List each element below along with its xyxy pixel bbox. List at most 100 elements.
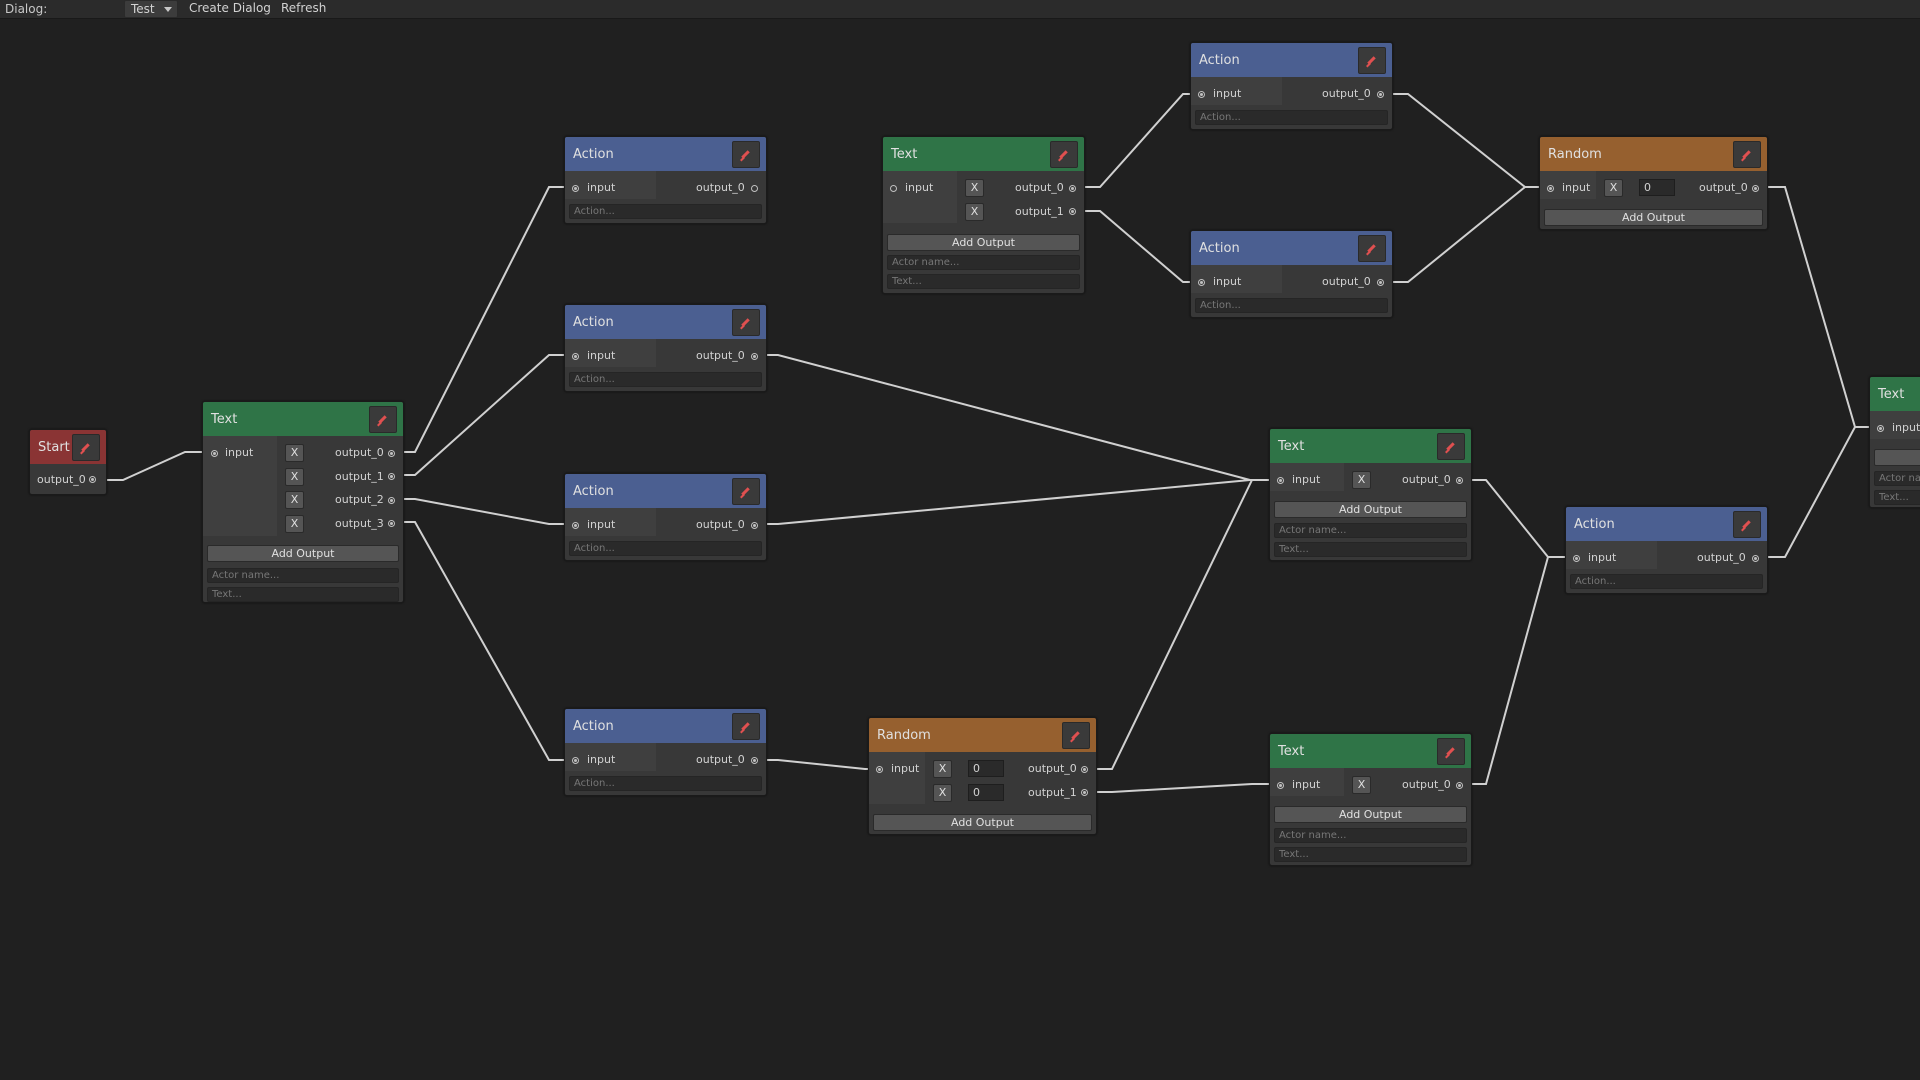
output-port[interactable] bbox=[1069, 208, 1076, 215]
actor-name-field[interactable]: Actor name... bbox=[207, 568, 399, 583]
add-output-button[interactable]: Add Output bbox=[887, 234, 1080, 251]
output-port[interactable] bbox=[751, 522, 758, 529]
node-header[interactable]: Text bbox=[883, 137, 1084, 171]
remove-output-button[interactable]: X bbox=[933, 784, 952, 802]
node-header[interactable]: Action bbox=[1191, 43, 1392, 77]
random-node[interactable]: Random input X 0 output_0 Add Output bbox=[1539, 136, 1768, 230]
pin-icon[interactable] bbox=[732, 309, 760, 336]
start-node[interactable]: Start output_0 bbox=[29, 429, 107, 495]
node-header[interactable]: Start bbox=[30, 430, 106, 464]
output-port[interactable] bbox=[751, 757, 758, 764]
input-port[interactable] bbox=[1547, 185, 1554, 192]
action-node[interactable]: Action input output_0 Action... bbox=[564, 473, 767, 561]
pin-icon[interactable] bbox=[1437, 433, 1465, 460]
add-output-button[interactable]: Add Output bbox=[207, 545, 399, 562]
remove-output-button[interactable]: X bbox=[285, 444, 304, 462]
pin-icon[interactable] bbox=[1358, 235, 1386, 262]
remove-output-button[interactable]: X bbox=[965, 203, 984, 221]
output-port[interactable] bbox=[89, 476, 96, 483]
remove-output-button[interactable]: X bbox=[285, 515, 304, 533]
text-node[interactable]: Text input Actor na Text... bbox=[1869, 376, 1920, 508]
output-port[interactable] bbox=[388, 520, 395, 527]
action-node[interactable]: Action input output_0 Action... bbox=[1190, 230, 1393, 318]
input-port[interactable] bbox=[1277, 782, 1284, 789]
action-field[interactable]: Action... bbox=[1195, 298, 1388, 313]
add-output-button[interactable]: Add Output bbox=[1274, 501, 1467, 518]
input-port[interactable] bbox=[1877, 425, 1884, 432]
node-header[interactable]: Text bbox=[1270, 429, 1471, 463]
input-port[interactable] bbox=[1277, 477, 1284, 484]
text-node[interactable]: Text input X output_0 Add Output Actor n… bbox=[1269, 733, 1472, 866]
add-output-button[interactable]: Add Output bbox=[1274, 806, 1467, 823]
pin-icon[interactable] bbox=[1437, 738, 1465, 765]
output-port[interactable] bbox=[1752, 555, 1759, 562]
weight-input[interactable]: 0 bbox=[968, 760, 1004, 777]
output-port[interactable] bbox=[388, 473, 395, 480]
action-node[interactable]: Action input output_0 Action... bbox=[564, 304, 767, 392]
remove-output-button[interactable]: X bbox=[285, 468, 304, 486]
input-port[interactable] bbox=[572, 185, 579, 192]
weight-input[interactable]: 0 bbox=[1639, 179, 1675, 196]
actor-name-field[interactable]: Actor name... bbox=[1274, 828, 1467, 843]
node-header[interactable]: Random bbox=[1540, 137, 1767, 171]
input-port[interactable] bbox=[211, 450, 218, 457]
pin-icon[interactable] bbox=[1733, 141, 1761, 168]
pin-icon[interactable] bbox=[732, 141, 760, 168]
remove-output-button[interactable]: X bbox=[285, 491, 304, 509]
action-field[interactable]: Action... bbox=[569, 541, 762, 556]
pin-icon[interactable] bbox=[72, 434, 100, 461]
node-header[interactable]: Text bbox=[1870, 377, 1920, 411]
output-port[interactable] bbox=[1377, 91, 1384, 98]
add-output-button[interactable] bbox=[1874, 449, 1920, 466]
remove-output-button[interactable]: X bbox=[1352, 471, 1371, 489]
action-field[interactable]: Action... bbox=[569, 372, 762, 387]
text-field[interactable]: Text... bbox=[1274, 542, 1467, 557]
text-field[interactable]: Text... bbox=[1874, 490, 1920, 505]
text-node[interactable]: Text input X output_0 X output_1 Add Out… bbox=[882, 136, 1085, 294]
pin-icon[interactable] bbox=[1733, 511, 1761, 538]
output-port[interactable] bbox=[388, 497, 395, 504]
node-header[interactable]: Action bbox=[565, 474, 766, 508]
node-header[interactable]: Text bbox=[203, 402, 403, 436]
remove-output-button[interactable]: X bbox=[933, 760, 952, 778]
pin-icon[interactable] bbox=[1050, 141, 1078, 168]
remove-output-button[interactable]: X bbox=[965, 179, 984, 197]
input-port[interactable] bbox=[876, 766, 883, 773]
input-port[interactable] bbox=[1198, 279, 1205, 286]
output-port[interactable] bbox=[1081, 789, 1088, 796]
weight-input[interactable]: 0 bbox=[968, 784, 1004, 801]
node-header[interactable]: Action bbox=[1191, 231, 1392, 265]
text-node[interactable]: Text input X output_0 X output_1 X outpu… bbox=[202, 401, 404, 603]
output-port[interactable] bbox=[1081, 766, 1088, 773]
output-port[interactable] bbox=[1456, 782, 1463, 789]
pin-icon[interactable] bbox=[732, 478, 760, 505]
output-port[interactable] bbox=[1377, 279, 1384, 286]
input-port[interactable] bbox=[890, 185, 897, 192]
output-port[interactable] bbox=[388, 450, 395, 457]
action-node[interactable]: Action input output_0 Action... bbox=[1565, 506, 1768, 594]
action-node[interactable]: Action input output_0 Action... bbox=[564, 708, 767, 796]
node-header[interactable]: Action bbox=[565, 305, 766, 339]
text-field[interactable]: Text... bbox=[1274, 847, 1467, 862]
remove-output-button[interactable]: X bbox=[1604, 179, 1623, 197]
text-node[interactable]: Text input X output_0 Add Output Actor n… bbox=[1269, 428, 1472, 561]
output-port[interactable] bbox=[1069, 185, 1076, 192]
node-header[interactable]: Action bbox=[1566, 507, 1767, 541]
input-port[interactable] bbox=[1198, 91, 1205, 98]
action-field[interactable]: Action... bbox=[569, 776, 762, 791]
actor-name-field[interactable]: Actor na bbox=[1874, 471, 1920, 486]
node-header[interactable]: Action bbox=[565, 709, 766, 743]
action-field[interactable]: Action... bbox=[1570, 574, 1763, 589]
action-node[interactable]: Action input output_0 Action... bbox=[1190, 42, 1393, 130]
text-field[interactable]: Text... bbox=[207, 587, 399, 602]
output-port[interactable] bbox=[1752, 185, 1759, 192]
input-port[interactable] bbox=[572, 522, 579, 529]
add-output-button[interactable]: Add Output bbox=[1544, 209, 1763, 226]
pin-icon[interactable] bbox=[1358, 47, 1386, 74]
input-port[interactable] bbox=[572, 757, 579, 764]
actor-name-field[interactable]: Actor name... bbox=[887, 255, 1080, 270]
output-port[interactable] bbox=[1456, 477, 1463, 484]
output-port[interactable] bbox=[751, 353, 758, 360]
output-port[interactable] bbox=[751, 185, 758, 192]
random-node[interactable]: Random input X 0 output_0 X 0 output_1 A… bbox=[868, 717, 1097, 835]
